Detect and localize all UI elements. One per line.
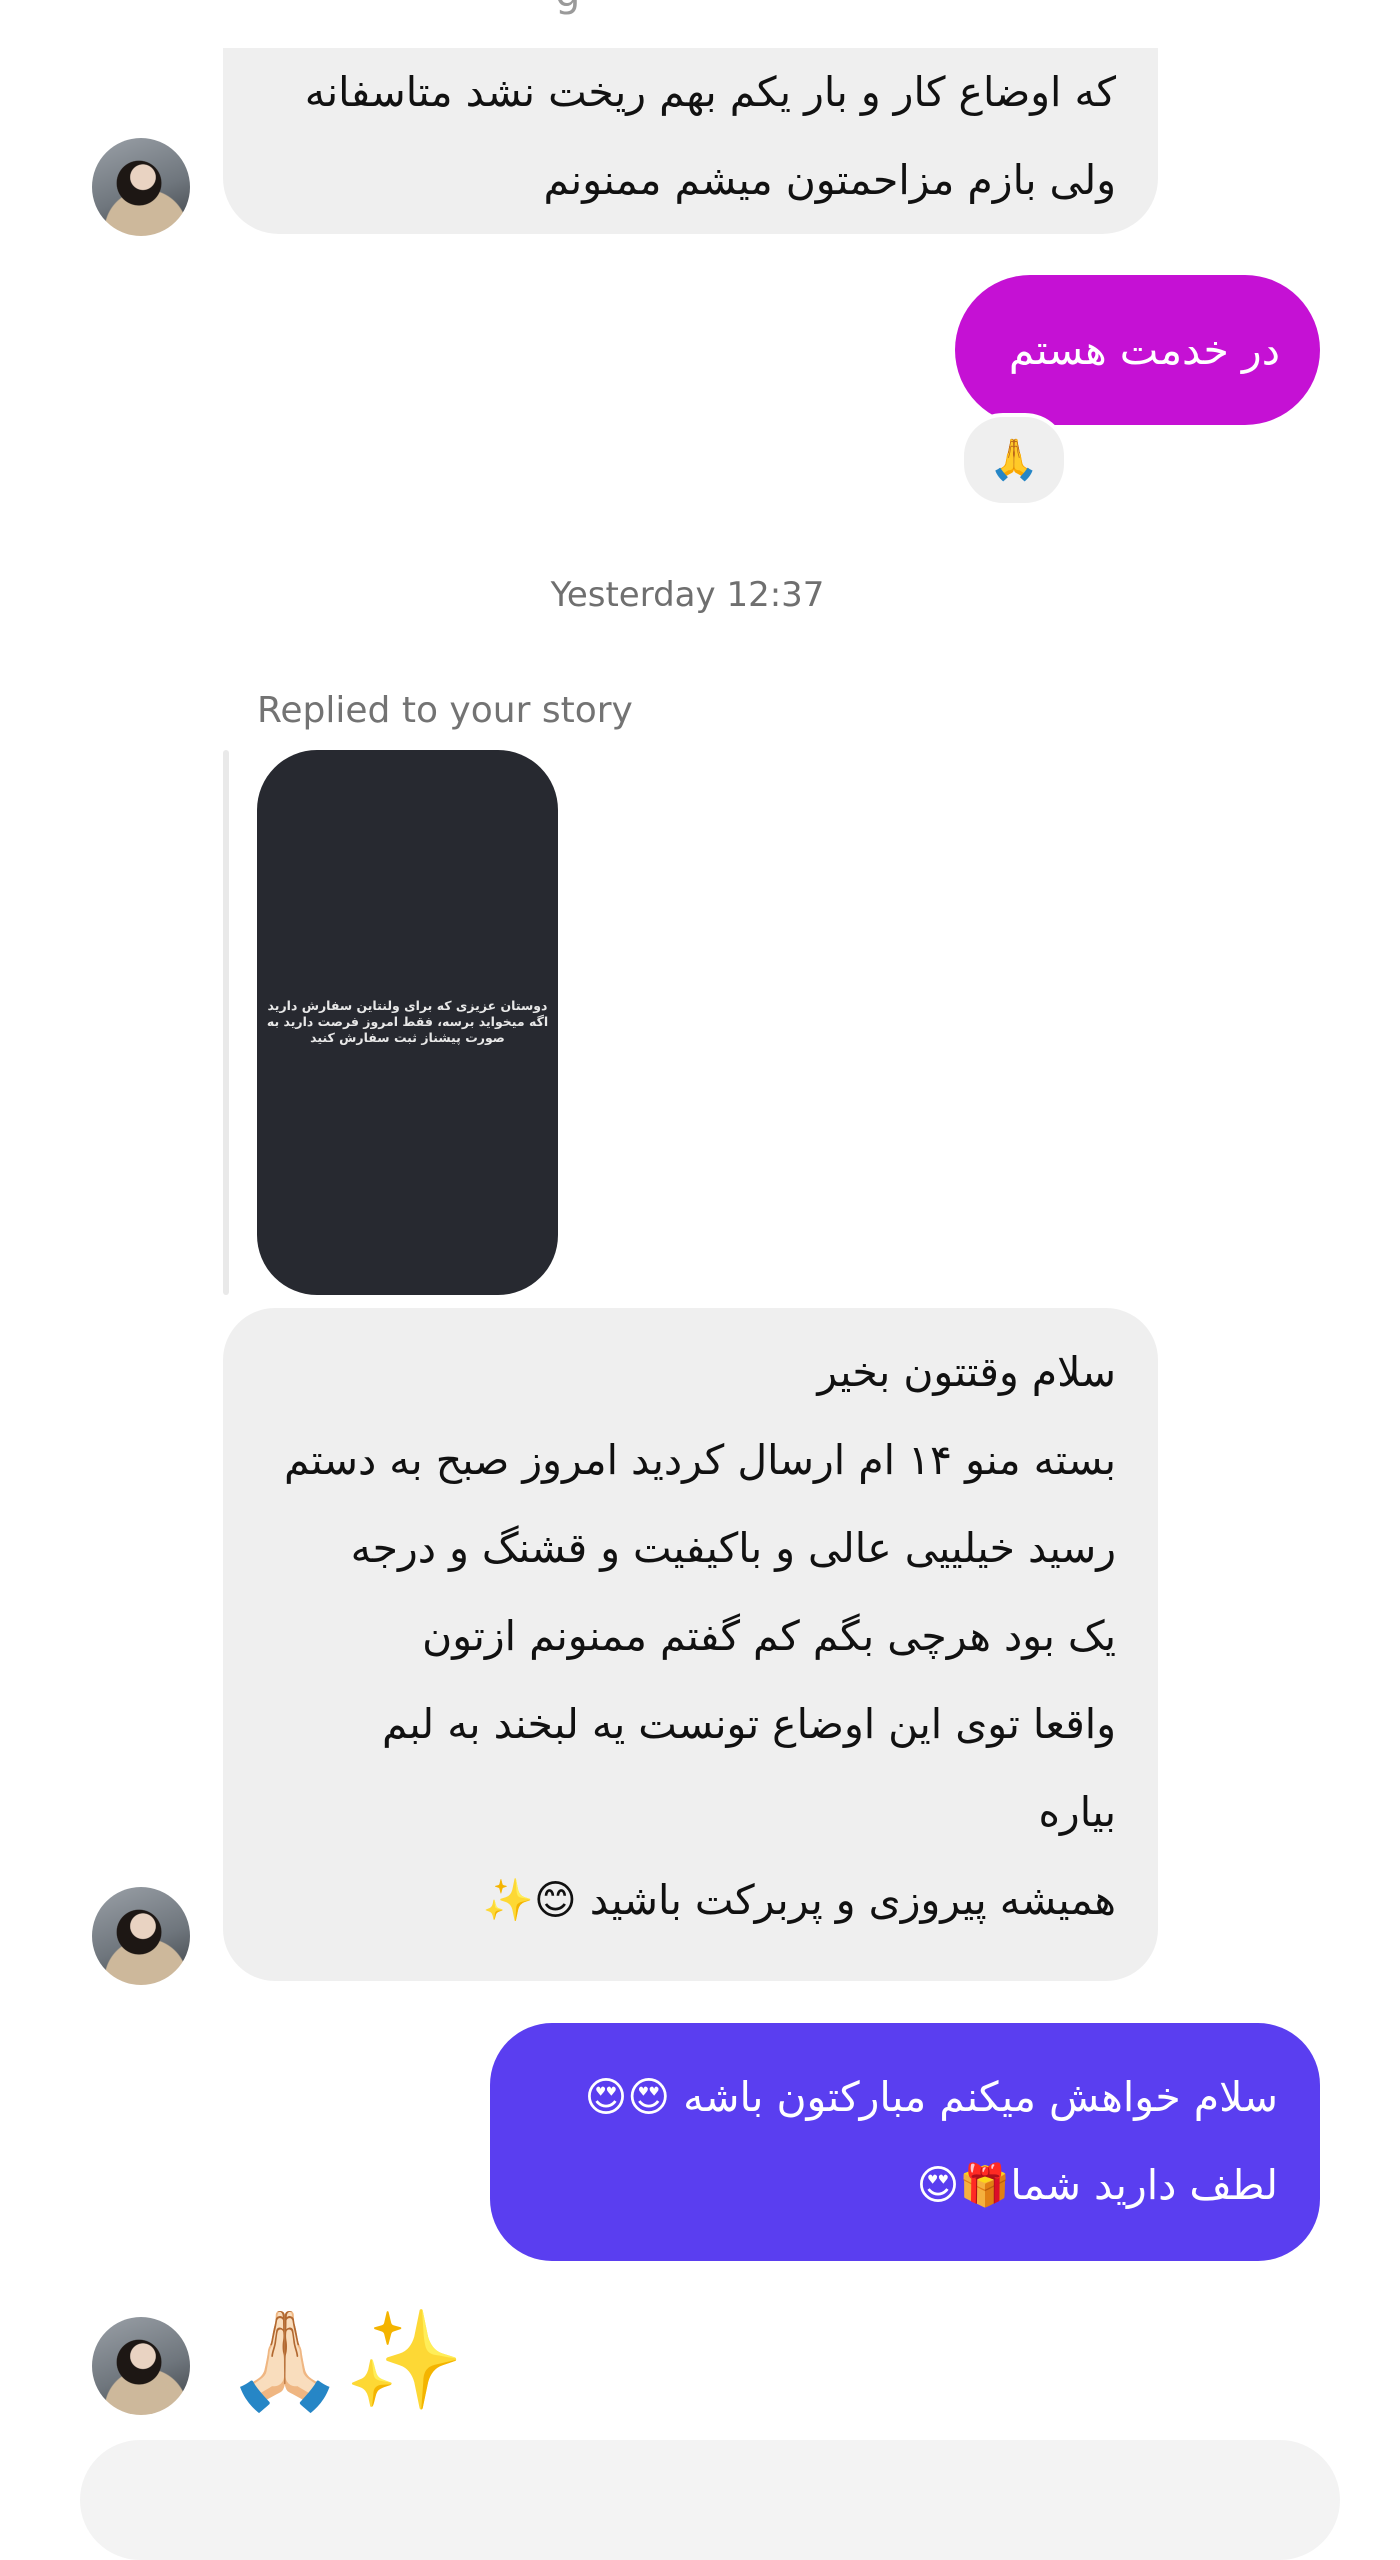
message-line: رسید خیلییی عالی و باکیفیت و قشنگ و درجه xyxy=(350,1524,1116,1572)
message-line: بسته منو ۱۴ ام ارسال کردید امروز صبح به … xyxy=(283,1436,1116,1484)
emoji-text: 🙏🏻✨ xyxy=(225,2304,465,2416)
message-line: یک بود هرچی بگم کم گفتم ممنونم ازتون xyxy=(422,1612,1116,1660)
message-line: بیاره xyxy=(1038,1788,1116,1836)
incoming-message-bubble[interactable]: سلام وقتتون بخیر بسته منو ۱۴ ام ارسال کر… xyxy=(223,1308,1158,1981)
message-line: ولی بازم مزاحمتون میشم ممنونم xyxy=(543,156,1116,204)
story-reply-label: Replied to your story xyxy=(257,690,633,731)
reply-indicator-bar xyxy=(223,750,229,1295)
message-line: که اوضاع کار و بار یکم بهم ریخت نشد متاس… xyxy=(304,68,1116,116)
sender-avatar[interactable] xyxy=(92,1887,190,1985)
message-line: سلام خواهش میکنم مبارکتون باشه 😍😍 xyxy=(584,2073,1278,2121)
next-message-edge xyxy=(80,2440,1340,2560)
sender-avatar[interactable] xyxy=(92,2317,190,2415)
message-line: لطف دارید شما🎁😍 xyxy=(916,2161,1278,2209)
message-text: در خدمت هستم xyxy=(1008,326,1280,374)
emoji-message[interactable]: 🙏🏻✨ xyxy=(225,2300,464,2420)
previous-message-fragment: g xyxy=(555,0,580,16)
incoming-message-bubble[interactable]: که اوضاع کار و بار یکم بهم ریخت نشد متاس… xyxy=(223,48,1158,234)
reaction-emoji: 🙏 xyxy=(989,437,1039,483)
story-thumbnail[interactable]: دوستان عزیزی که برای ولنتاین سفارش دارید… xyxy=(257,750,558,1295)
message-line: سلام وقتتون بخیر xyxy=(817,1348,1116,1396)
message-line: واقعا توی این اوضاع تونست یه لبخند به لب… xyxy=(382,1700,1116,1748)
outgoing-message-bubble[interactable]: در خدمت هستم xyxy=(955,275,1320,425)
reaction-badge[interactable]: 🙏 xyxy=(960,413,1068,507)
story-caption: دوستان عزیزی که برای ولنتاین سفارش دارید… xyxy=(266,998,549,1045)
sender-avatar[interactable] xyxy=(92,138,190,236)
timestamp: Yesterday 12:37 xyxy=(550,575,825,615)
outgoing-message-bubble[interactable]: سلام خواهش میکنم مبارکتون باشه 😍😍 لطف دا… xyxy=(490,2023,1320,2261)
message-line: همیشه پیروزی و پربرکت باشید 😊✨ xyxy=(482,1876,1116,1924)
